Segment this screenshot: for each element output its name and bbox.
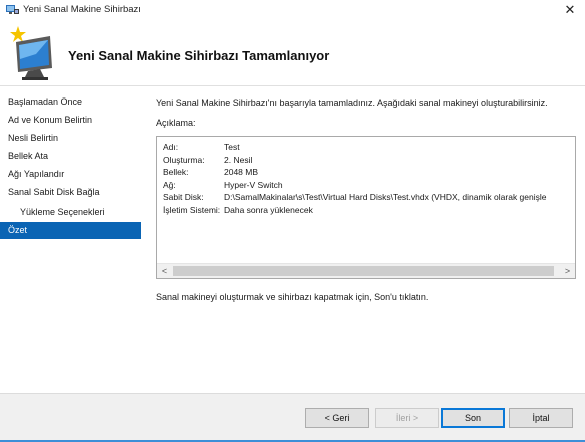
- detail-key: İşletim Sistemi:: [163, 204, 221, 215]
- close-icon: ✕: [564, 2, 576, 17]
- detail-value: Test: [224, 142, 240, 152]
- detail-key: Bellek:: [163, 167, 189, 178]
- close-button[interactable]: ✕: [555, 0, 585, 20]
- scrollbar-thumb[interactable]: [173, 266, 554, 276]
- step-yukleme-secenekleri[interactable]: Yükleme Seçenekleri: [0, 204, 141, 221]
- detail-key: Adı:: [163, 142, 179, 152]
- step-ozet[interactable]: Özet: [0, 222, 141, 239]
- table-row: Adı: Test: [163, 141, 547, 154]
- table-row: Oluşturma: 2. Nesil: [163, 154, 547, 167]
- detail-value: 2048 MB: [224, 167, 259, 178]
- wizard-monitor-icon: [10, 26, 52, 80]
- step-baslamadan-once[interactable]: Başlamadan Önce: [0, 94, 141, 111]
- header-divider: [0, 85, 585, 86]
- table-row: Sabit Disk: D:\SamalMakinalar\s\Test\Vir…: [163, 191, 547, 204]
- detail-value: Daha sonra yüklenecek: [224, 204, 313, 215]
- title-bar[interactable]: Yeni Sanal Makine Sihirbazı ✕: [0, 0, 585, 20]
- wizard-header: Yeni Sanal Makine Sihirbazı Tamamlanıyor: [0, 20, 585, 86]
- table-row: Ağ: Hyper-V Switch: [163, 179, 547, 192]
- next-button[interactable]: İleri >: [375, 408, 439, 428]
- page-title: Yeni Sanal Makine Sihirbazı Tamamlanıyor: [68, 48, 330, 63]
- table-row: İşletim Sistemi: Daha sonra yüklenecek: [163, 204, 547, 217]
- detail-value: D:\SamalMakinalar\s\Test\Virtual Hard Di…: [224, 192, 547, 203]
- table-row: Bellek: 2048 MB: [163, 166, 547, 179]
- horizontal-scrollbar[interactable]: < >: [157, 263, 575, 278]
- finish-instruction: Sanal makineyi oluşturmak ve sihirbazı k…: [156, 292, 429, 302]
- detail-value: 2. Nesil: [224, 154, 253, 165]
- wizard-steps-nav: Başlamadan Önce Ad ve Konum Belirtin Nes…: [0, 94, 141, 390]
- step-nesli-belirtin[interactable]: Nesli Belirtin: [0, 130, 141, 147]
- scroll-left-icon[interactable]: <: [157, 264, 172, 278]
- description-label: Açıklama:: [156, 118, 196, 128]
- hyperv-app-icon: [6, 5, 19, 14]
- scroll-right-icon[interactable]: >: [560, 264, 575, 278]
- detail-key: Ağ:: [163, 179, 176, 190]
- back-button[interactable]: < Geri: [305, 408, 369, 428]
- intro-text: Yeni Sanal Makine Sihirbazı'nı başarıyla…: [156, 98, 548, 108]
- detail-key: Sabit Disk:: [163, 192, 204, 203]
- wizard-window: Yeni Sanal Makine Sihirbazı ✕ Yeni Sanal…: [0, 0, 585, 442]
- step-ad-ve-konum[interactable]: Ad ve Konum Belirtin: [0, 112, 141, 129]
- summary-details-box[interactable]: Adı: Test Oluşturma: 2. Nesil Bellek: 20…: [156, 136, 576, 279]
- step-agi-yapilandir[interactable]: Ağı Yapılandır: [0, 166, 141, 183]
- step-bellek-ata[interactable]: Bellek Ata: [0, 148, 141, 165]
- summary-table: Adı: Test Oluşturma: 2. Nesil Bellek: 20…: [163, 141, 547, 217]
- detail-key: Oluşturma:: [163, 154, 205, 165]
- window-title: Yeni Sanal Makine Sihirbazı: [23, 4, 141, 15]
- detail-value: Hyper-V Switch: [224, 179, 283, 190]
- finish-button[interactable]: Son: [441, 408, 505, 428]
- step-sanal-sabit-disk[interactable]: Sanal Sabit Disk Bağla: [0, 184, 141, 201]
- cancel-button[interactable]: İptal: [509, 408, 573, 428]
